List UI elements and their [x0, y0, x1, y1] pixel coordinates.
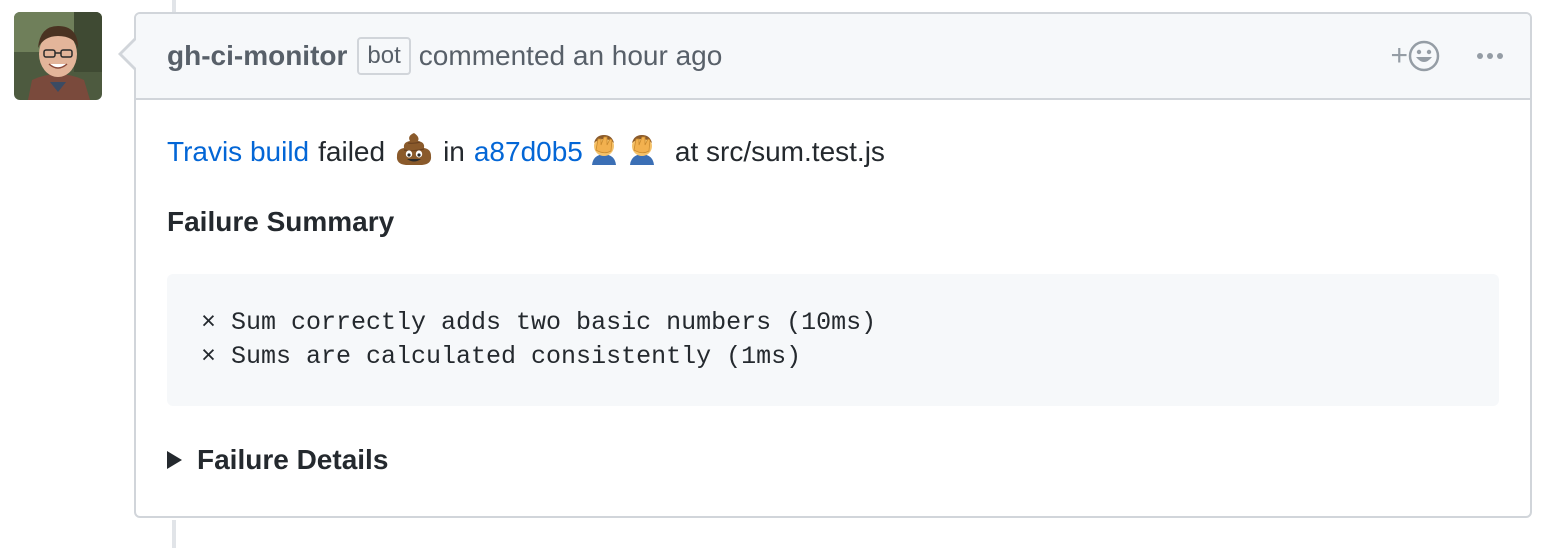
- code-line: × Sum correctly adds two basic numbers (…: [201, 308, 877, 337]
- timeline-line-top: [172, 0, 176, 12]
- comment-box: gh-ci-monitor bot commented an hour ago …: [118, 12, 1532, 518]
- avatar-image: [14, 12, 102, 100]
- failed-text: failed: [318, 136, 386, 167]
- add-reaction-button[interactable]: +: [1390, 40, 1440, 72]
- triangle-right-icon: [167, 451, 182, 469]
- facepalm-emoji: [627, 133, 657, 172]
- comment-timestamp[interactable]: commented an hour ago: [419, 40, 723, 72]
- timeline-line-bottom: [172, 520, 176, 548]
- comment-author[interactable]: gh-ci-monitor: [167, 40, 347, 72]
- comment-header: gh-ci-monitor bot commented an hour ago …: [136, 14, 1530, 100]
- more-options-button[interactable]: [1476, 52, 1504, 60]
- failure-code-block: × Sum correctly adds two basic numbers (…: [167, 274, 1499, 406]
- kebab-horizontal-icon: [1477, 53, 1503, 59]
- bot-badge: bot: [357, 37, 411, 75]
- commit-link[interactable]: a87d0b5: [474, 136, 583, 168]
- plus-icon: +: [1390, 39, 1408, 72]
- failure-details-label: Failure Details: [197, 444, 389, 475]
- travis-build-link[interactable]: Travis build: [167, 136, 309, 168]
- pile-of-poo-emoji: [394, 131, 434, 174]
- facepalm-emoji: [589, 133, 619, 172]
- in-text: in: [443, 136, 465, 167]
- failure-details-toggle[interactable]: Failure Details: [167, 444, 1499, 476]
- test-file-text: at src/sum.test.js: [674, 136, 885, 167]
- build-status-line: Travis build failed in a87d0b5 at src/su…: [167, 132, 1499, 172]
- failure-summary-heading: Failure Summary: [167, 206, 395, 237]
- smiley-icon: [1408, 40, 1440, 72]
- avatar[interactable]: [14, 12, 102, 100]
- code-line: × Sums are calculated consistently (1ms): [201, 342, 802, 371]
- comment-body: Travis build failed in a87d0b5 at src/su…: [136, 100, 1530, 476]
- header-actions: +: [1390, 40, 1504, 72]
